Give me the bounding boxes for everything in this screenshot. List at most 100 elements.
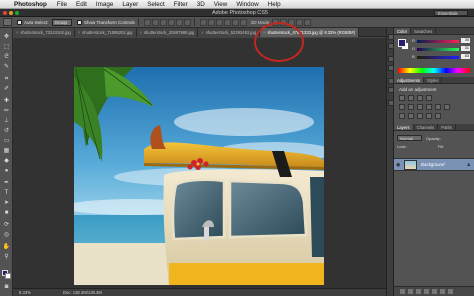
3d-orbit-tool-icon[interactable]: ◎ (2, 232, 11, 239)
visibility-eye-icon[interactable]: ◉ (396, 162, 400, 168)
close-tab-icon[interactable]: × (78, 30, 80, 35)
menu-image[interactable]: Image (96, 1, 114, 8)
tab-color[interactable]: Color (394, 28, 412, 34)
new-group-icon[interactable] (432, 289, 437, 294)
eyedropper-tool-icon[interactable]: ✐ (2, 86, 11, 93)
curves-icon[interactable] (417, 95, 423, 101)
red-gradient[interactable] (417, 40, 459, 43)
blue-slider[interactable]: B 83 (412, 54, 470, 60)
threshold-icon[interactable] (417, 113, 423, 119)
new-layer-icon[interactable] (440, 289, 445, 294)
3d-scale-icon[interactable] (304, 18, 312, 26)
gradient-map-icon[interactable] (426, 113, 432, 119)
quick-mask-icon[interactable]: ◙ (2, 284, 11, 291)
tab-swatches[interactable]: Swatches (411, 28, 437, 34)
transform-controls-checkbox[interactable] (77, 19, 83, 25)
align-right-icon[interactable] (183, 18, 191, 26)
layer-mask-icon[interactable] (416, 289, 421, 294)
minimize-icon[interactable] (9, 11, 13, 15)
align-vcenter-icon[interactable] (151, 18, 159, 26)
blend-mode-dropdown[interactable]: Normal (397, 135, 422, 141)
move-tool-preset-icon[interactable] (3, 18, 12, 26)
invert-icon[interactable] (399, 113, 405, 119)
doc-tab[interactable]: × shutterstock_73243162.jpg (13, 28, 75, 37)
distribute-vcenter-icon[interactable] (207, 18, 215, 26)
menu-file[interactable]: File (57, 1, 67, 8)
history-brush-tool-icon[interactable]: ↺ (2, 128, 11, 135)
color-panel-foreground-swatch[interactable] (398, 39, 406, 47)
green-gradient[interactable] (417, 48, 459, 51)
tab-paths[interactable]: Paths (438, 124, 456, 130)
close-tab-icon[interactable]: × (201, 30, 203, 35)
zoom-tool-icon[interactable]: ⚲ (2, 254, 11, 261)
quick-select-tool-icon[interactable]: ✎ (2, 64, 11, 71)
vibrance-icon[interactable] (399, 104, 405, 110)
blue-gradient[interactable] (417, 56, 459, 59)
align-hcenter-icon[interactable] (175, 18, 183, 26)
menu-filter[interactable]: Filter (174, 1, 188, 8)
clone-stamp-tool-icon[interactable]: ⊥ (2, 118, 11, 125)
layer-style-icon[interactable] (408, 289, 413, 294)
eraser-tool-icon[interactable]: ▭ (2, 138, 11, 145)
levels-icon[interactable] (408, 95, 414, 101)
hand-tool-icon[interactable]: ✋ (2, 244, 11, 251)
move-tool-icon[interactable]: ✥ (2, 34, 11, 41)
path-select-tool-icon[interactable]: ➤ (2, 200, 11, 207)
gradient-tool-icon[interactable]: ▦ (2, 148, 11, 155)
photo-filter-icon[interactable] (435, 104, 441, 110)
zoom-level[interactable]: 8.33% (19, 289, 31, 296)
menu-view[interactable]: View (214, 1, 228, 8)
posterize-icon[interactable] (408, 113, 414, 119)
zoom-icon[interactable] (15, 11, 19, 15)
brightness-contrast-icon[interactable] (399, 95, 405, 101)
close-icon[interactable] (3, 11, 7, 15)
crop-tool-icon[interactable]: ⌗ (2, 76, 11, 83)
close-tab-icon[interactable]: × (16, 30, 18, 35)
blur-tool-icon[interactable]: ◆ (2, 158, 11, 165)
lasso-tool-icon[interactable]: ᘓ (2, 54, 11, 61)
distribute-hcenter-icon[interactable] (231, 18, 239, 26)
green-slider[interactable]: G 31 (412, 46, 470, 52)
pen-tool-icon[interactable]: ✒ (2, 180, 11, 187)
menu-select[interactable]: Select (147, 1, 165, 8)
menu-3d[interactable]: 3D (197, 1, 205, 8)
3d-rotate-tool-icon[interactable]: ⟳ (2, 222, 11, 229)
marquee-tool-icon[interactable]: ⬚ (2, 44, 11, 51)
background-color-swatch[interactable] (5, 273, 11, 279)
hue-saturation-icon[interactable] (408, 104, 414, 110)
adjustment-layer-icon[interactable] (424, 289, 429, 294)
distribute-left-icon[interactable] (223, 18, 231, 26)
channel-mixer-icon[interactable] (444, 104, 450, 110)
auto-select-dropdown[interactable]: Group (51, 18, 73, 26)
delete-layer-icon[interactable] (448, 289, 453, 294)
tab-styles[interactable]: Styles (424, 77, 443, 83)
doc-tab[interactable]: × shutterstock_52392493.jpg (198, 28, 260, 37)
3d-slide-icon[interactable] (296, 18, 304, 26)
doc-tab[interactable]: × shutterstock_20697988.jpg (136, 28, 199, 37)
menu-help[interactable]: Help (268, 1, 281, 8)
distribute-right-icon[interactable] (239, 18, 247, 26)
color-balance-icon[interactable] (417, 104, 423, 110)
align-bottom-icon[interactable] (159, 18, 167, 26)
selective-color-icon[interactable] (435, 113, 441, 119)
close-tab-icon[interactable]: × (140, 30, 142, 35)
link-layers-icon[interactable] (400, 289, 405, 294)
tab-channels[interactable]: Channels (414, 124, 439, 130)
brush-tool-icon[interactable]: ✏ (2, 108, 11, 115)
menu-edit[interactable]: Edit (76, 1, 87, 8)
healing-brush-tool-icon[interactable]: ✚ (2, 98, 11, 105)
doc-tab[interactable]: × shutterstock_71895202.jpg (74, 28, 137, 37)
menu-layer[interactable]: Layer (122, 1, 138, 8)
align-left-icon[interactable] (167, 18, 175, 26)
red-value[interactable]: 35 (461, 38, 470, 43)
canvas-area[interactable] (13, 38, 386, 288)
tab-layers[interactable]: Layers (394, 124, 414, 130)
dodge-tool-icon[interactable]: ● (2, 168, 11, 175)
menu-window[interactable]: Window (236, 1, 258, 8)
document-image[interactable] (74, 67, 324, 285)
auto-select-checkbox[interactable] (17, 19, 22, 25)
distribute-bottom-icon[interactable] (215, 18, 223, 26)
tab-adjustments[interactable]: Adjustments (394, 77, 425, 83)
distribute-top-icon[interactable] (199, 18, 207, 26)
exposure-icon[interactable] (426, 95, 432, 101)
